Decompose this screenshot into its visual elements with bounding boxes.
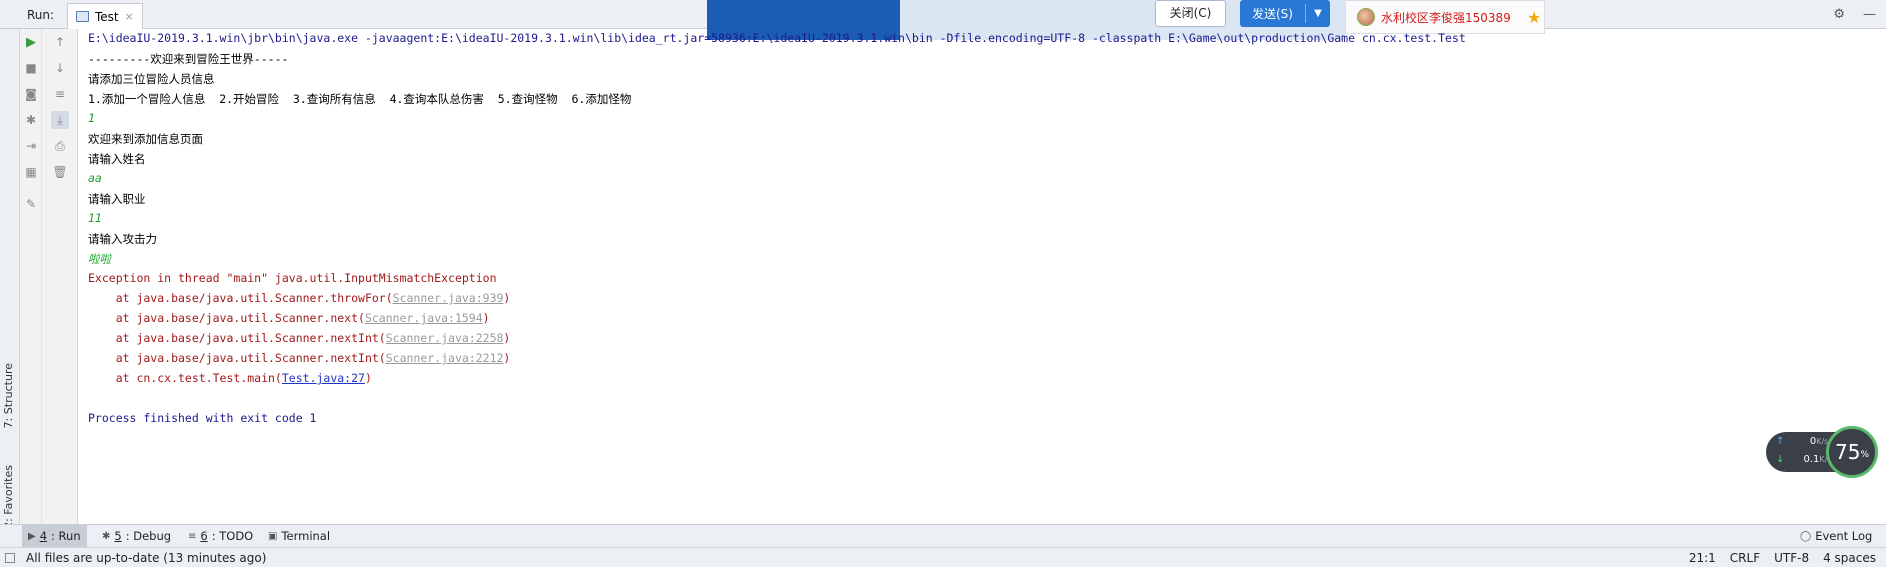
stacktrace-link[interactable]: Scanner.java:939 xyxy=(393,291,504,305)
scroll-to-end-icon[interactable]: ⤓ xyxy=(51,111,69,129)
stacktrace-line: at java.base/java.util.Scanner.nextInt(S… xyxy=(88,351,511,365)
pin-icon[interactable]: ✎ xyxy=(22,195,40,213)
status-message: All files are up-to-date (13 minutes ago… xyxy=(26,551,267,565)
structure-tool-button[interactable]: 7: Structure xyxy=(2,363,15,428)
stacktrace-line: at java.base/java.util.Scanner.nextInt(S… xyxy=(88,331,511,345)
console-output[interactable]: E:\ideaIU-2019.3.1.win\jbr\bin\java.exe … xyxy=(88,29,1886,524)
tab-todo[interactable]: ≡ 6: TODO xyxy=(182,525,259,547)
console-input-line: aa xyxy=(88,171,102,185)
console-line: E:\ideaIU-2019.3.1.win\jbr\bin\java.exe … xyxy=(88,31,1466,45)
tab-test[interactable]: Test × xyxy=(67,3,143,29)
stop-icon[interactable]: ■ xyxy=(22,59,40,77)
console-line: 1.添加一个冒险人信息 2.开始冒险 3.查询所有信息 4.查询本队总伤害 5.… xyxy=(88,92,632,106)
console-line: 请输入姓名 xyxy=(88,152,146,166)
run-icon: ▶ xyxy=(28,530,36,542)
bug-icon: ✱ xyxy=(102,530,111,542)
console-line: 请输入职业 xyxy=(88,192,146,206)
print-icon[interactable]: ⎙ xyxy=(51,137,69,155)
console-line: 欢迎来到添加信息页面 xyxy=(88,132,203,146)
run-toolbar-secondary: ↑ ↓ ≡ ⤓ ⎙ 🗑 xyxy=(42,29,78,524)
line-separator[interactable]: CRLF xyxy=(1730,551,1760,565)
exception-line: Exception in thread "main" java.util.Inp… xyxy=(88,271,497,285)
favorites-tool-button[interactable]: 2: Favorites xyxy=(2,465,15,529)
tab-debug[interactable]: ✱ 5: Debug xyxy=(96,525,177,547)
trash-icon[interactable]: 🗑 xyxy=(51,163,69,181)
caret-position[interactable]: 21:1 xyxy=(1689,551,1716,565)
memory-usage-gauge: 75% xyxy=(1826,426,1878,478)
status-bar: All files are up-to-date (13 minutes ago… xyxy=(0,547,1886,567)
stacktrace-line: at cn.cx.test.Test.main(Test.java:27) xyxy=(88,371,372,385)
notification-text: 水利校区李俊强150389 xyxy=(1381,10,1511,25)
minimize-icon[interactable]: — xyxy=(1863,7,1876,22)
tab-run[interactable]: ▶ 4: Run xyxy=(22,525,87,547)
soft-wrap-icon[interactable]: ≡ xyxy=(51,85,69,103)
file-encoding[interactable]: UTF-8 xyxy=(1774,551,1809,565)
tab-terminal[interactable]: ▣ Terminal xyxy=(262,525,336,547)
upload-speed: ↑ 0K/s xyxy=(1776,436,1829,447)
chevron-down-icon[interactable]: ▼ xyxy=(1306,8,1330,19)
avatar xyxy=(1357,8,1375,26)
stacktrace-line: at java.base/java.util.Scanner.next(Scan… xyxy=(88,311,490,325)
list-icon: ≡ xyxy=(188,530,197,542)
console-line: 请添加三位冒险人员信息 xyxy=(88,72,215,86)
chat-send-button[interactable]: 发送(S) ▼ xyxy=(1240,0,1330,27)
console-input-line: 1 xyxy=(88,111,95,125)
close-icon[interactable]: × xyxy=(125,10,134,23)
tab-event-log[interactable]: ◯ Event Log xyxy=(1794,525,1878,547)
console-input-line: 啦啦 xyxy=(88,252,111,266)
tab-test-label: Test xyxy=(95,9,119,24)
run-label: Run: xyxy=(27,8,55,22)
arrow-down-icon: ↓ xyxy=(1776,454,1785,465)
run-config-icon xyxy=(76,11,89,22)
layout-icon[interactable]: ▦ xyxy=(22,163,40,181)
bottom-tool-tabs: ▶ 4: Run ✱ 5: Debug ≡ 6: TODO ▣ Terminal ◯ Ev… xyxy=(0,524,1886,547)
left-tool-stripe: 7: Structure 2: Favorites xyxy=(0,29,20,529)
console-input-line: 11 xyxy=(88,211,102,225)
star-icon[interactable]: ★ xyxy=(1527,8,1541,27)
gear-icon[interactable]: ⚙ xyxy=(1833,7,1845,22)
indent-setting[interactable]: 4 spaces xyxy=(1823,551,1876,565)
chat-close-button[interactable]: 关闭(C) xyxy=(1155,0,1226,27)
stacktrace-link[interactable]: Test.java:27 xyxy=(282,371,365,385)
exit-icon[interactable]: ⇥ xyxy=(22,137,40,155)
ide-window: Run: Test × ⚙ — 关闭(C) 发送(S) ▼ 水利校区李俊强150… xyxy=(0,0,1886,567)
console-line: ---------欢迎来到冒险王世界----- xyxy=(88,52,289,66)
stacktrace-link[interactable]: Scanner.java:2212 xyxy=(386,351,504,365)
download-speed: ↓ 0.1K/s xyxy=(1776,454,1832,465)
arrow-up-icon[interactable]: ↑ xyxy=(51,33,69,51)
event-log-icon: ◯ xyxy=(1800,530,1812,542)
run-toolbar-primary: ▶ ■ ◙ ✱ ⇥ ▦ ✎ xyxy=(20,29,42,524)
rerun-icon[interactable]: ▶ xyxy=(22,33,40,51)
stacktrace-link[interactable]: Scanner.java:1594 xyxy=(365,311,483,325)
stacktrace-line: at java.base/java.util.Scanner.throwFor(… xyxy=(88,291,511,305)
arrow-down-icon[interactable]: ↓ xyxy=(51,59,69,77)
toggle-tool-windows-icon[interactable] xyxy=(5,553,15,563)
arrow-up-icon: ↑ xyxy=(1776,436,1785,447)
terminal-icon: ▣ xyxy=(268,530,278,542)
process-finished-line: Process finished with exit code 1 xyxy=(88,411,317,425)
stacktrace-link[interactable]: Scanner.java:2258 xyxy=(386,331,504,345)
camera-icon[interactable]: ◙ xyxy=(22,85,40,103)
send-button-label: 发送(S) xyxy=(1252,7,1293,21)
console-line: 请输入攻击力 xyxy=(88,232,157,246)
debug-settings-icon[interactable]: ✱ xyxy=(22,111,40,129)
network-speed-widget[interactable]: ↑ 0K/s ↓ 0.1K/s 75% xyxy=(1766,424,1878,480)
